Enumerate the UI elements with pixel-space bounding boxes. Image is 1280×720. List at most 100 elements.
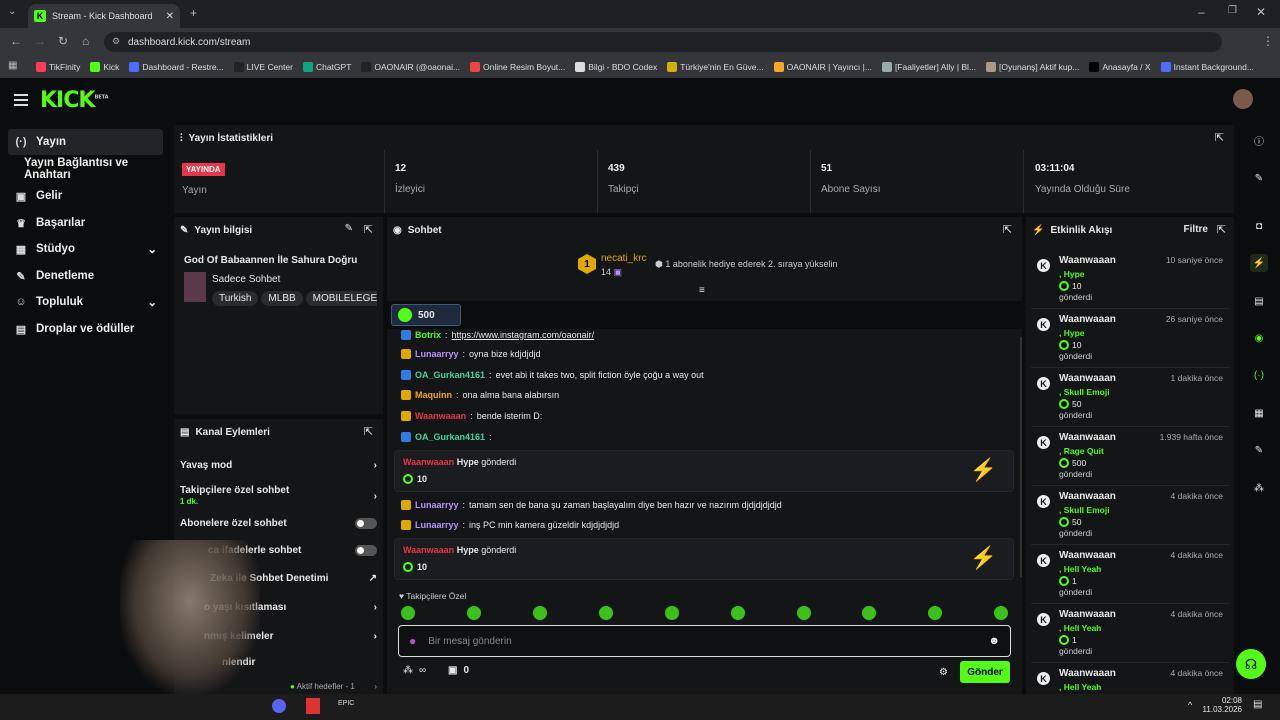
- tab-search-icon[interactable]: ⌄: [8, 6, 16, 17]
- kick-logo[interactable]: KICKBETA: [40, 88, 109, 113]
- wrench-icon[interactable]: ✎: [1250, 441, 1268, 459]
- bookmark-item[interactable]: Bilgi - BDO Codex: [575, 62, 657, 72]
- chat-username[interactable]: Waanwaaan: [415, 411, 466, 421]
- slow-mode-row[interactable]: Yavaş mod ›: [180, 460, 377, 471]
- event-user[interactable]: Waanwaaan: [1059, 314, 1116, 325]
- app-icon[interactable]: [306, 698, 320, 714]
- discord-icon[interactable]: [272, 699, 286, 713]
- back-icon[interactable]: ←: [10, 34, 22, 48]
- tray-chevron-icon[interactable]: ^: [1188, 700, 1192, 710]
- edit-pencil-icon[interactable]: ✎: [345, 223, 353, 234]
- active-goals-row[interactable]: ● Aktif hedefler - 1 ›: [290, 682, 377, 691]
- emote-icon[interactable]: [797, 606, 811, 620]
- emote-only-toggle[interactable]: [355, 545, 377, 556]
- event-user[interactable]: Waanwaaan: [1059, 432, 1116, 443]
- sidebar-item-gelir[interactable]: ▣ Gelir: [8, 183, 163, 209]
- info-icon[interactable]: ⓘ: [1250, 131, 1268, 149]
- close-window-icon[interactable]: ✕: [1256, 5, 1266, 19]
- bookmark-item[interactable]: TikFinity: [36, 62, 80, 72]
- collapse-icon[interactable]: ≡: [699, 285, 705, 296]
- sidebar-item-stream-key[interactable]: Yayın Bağlantısı ve Anahtarı: [8, 156, 163, 182]
- apps-grid-icon[interactable]: ▦: [8, 60, 17, 71]
- store-icon[interactable]: ▦: [1250, 404, 1268, 422]
- event-user[interactable]: Waanwaaan: [1059, 550, 1116, 561]
- chat-username[interactable]: Botrix: [415, 330, 441, 340]
- emote-icon[interactable]: [665, 606, 679, 620]
- url-bar[interactable]: ⚙ dashboard.kick.com/stream: [104, 32, 1222, 52]
- event-user[interactable]: Waanwaaan: [1059, 668, 1116, 679]
- event-user[interactable]: Waanwaaan: [1059, 491, 1116, 502]
- chat-username[interactable]: Maquinn: [415, 390, 452, 400]
- broadcast-icon[interactable]: (·): [1250, 366, 1268, 384]
- bookmark-item[interactable]: Instant Background...: [1160, 62, 1254, 72]
- followers-only-row[interactable]: Takipçilere özel sohbet 1 dk. ›: [180, 485, 377, 507]
- bookmark-item[interactable]: Dashboard - Restre...: [129, 62, 224, 72]
- minimize-icon[interactable]: –: [1198, 5, 1205, 19]
- sidebar-item-yayin[interactable]: (·) Yayın: [8, 129, 163, 155]
- pinned-user[interactable]: necati_krc: [601, 253, 647, 264]
- gift-count[interactable]: ▣ 0: [448, 665, 469, 676]
- filter-button[interactable]: Filtre: [1184, 224, 1208, 235]
- emote-icon[interactable]: [731, 606, 745, 620]
- sidebar-item-basarilar[interactable]: ♛ Başarılar: [8, 210, 163, 236]
- user-avatar[interactable]: [1233, 89, 1253, 109]
- chat-icon[interactable]: ◉: [1250, 329, 1268, 347]
- notification-icon[interactable]: ▤: [1253, 699, 1262, 710]
- menu-dots-icon[interactable]: ⋮: [1262, 34, 1274, 48]
- emote-icon[interactable]: [994, 606, 1008, 620]
- sidebar-item-topluluk[interactable]: ☺ Topluluk ⌄: [8, 289, 163, 315]
- edit-icon[interactable]: ✎: [1250, 169, 1268, 187]
- emote-icon[interactable]: [533, 606, 547, 620]
- home-icon[interactable]: ⌂: [82, 34, 89, 48]
- chat-scrollbar[interactable]: [1020, 337, 1022, 577]
- reload-icon[interactable]: ↻: [58, 34, 68, 48]
- tag[interactable]: MOBILELEGEN: [305, 291, 377, 306]
- settings-gear-icon[interactable]: ⚙: [939, 667, 948, 678]
- category-name[interactable]: Sadece Sohbet: [212, 274, 280, 285]
- support-headset-icon[interactable]: ☊: [1236, 649, 1266, 679]
- tag[interactable]: Turkish: [212, 291, 259, 306]
- bookmark-item[interactable]: ChatGPT: [302, 62, 351, 72]
- chat-username[interactable]: Lunaarryy: [415, 500, 459, 510]
- hamburger-menu-icon[interactable]: [14, 94, 28, 106]
- subs-only-toggle[interactable]: [355, 518, 377, 529]
- bookmark-item[interactable]: LIVE Center: [233, 62, 293, 72]
- send-button[interactable]: Gönder: [960, 661, 1010, 683]
- lightning-icon[interactable]: ⚡: [1250, 254, 1268, 272]
- kicks-balance[interactable]: 500: [391, 304, 461, 326]
- bookmark-item[interactable]: Online Resim Boyut...: [470, 62, 565, 72]
- clock[interactable]: 02:08 11.03.2026: [1202, 696, 1242, 714]
- popout-icon[interactable]: ⇱: [1215, 131, 1224, 144]
- points-display[interactable]: ⁂ ∞: [403, 665, 426, 676]
- popout-icon[interactable]: ⇱: [1003, 223, 1012, 236]
- chat-input[interactable]: ● Bir mesaj gönderin ☻: [398, 625, 1011, 657]
- epic-icon[interactable]: EPIC: [338, 700, 354, 707]
- popout-icon[interactable]: ⇱: [1217, 223, 1226, 236]
- new-tab-icon[interactable]: +: [190, 6, 197, 20]
- document-icon[interactable]: ▤: [1250, 292, 1268, 310]
- bookmark-item[interactable]: Kick: [90, 62, 119, 72]
- emote-icon[interactable]: [401, 606, 415, 620]
- popout-icon[interactable]: ⇱: [364, 425, 373, 438]
- emote-icon[interactable]: [599, 606, 613, 620]
- emote-icon[interactable]: [862, 606, 876, 620]
- microphone-icon[interactable]: ●: [409, 634, 416, 648]
- sidebar-item-droplar[interactable]: ▤ Droplar ve ödüller: [8, 316, 163, 342]
- coins-icon[interactable]: ⁂: [1250, 479, 1268, 497]
- bookmark-item[interactable]: OAONAIR | Yayıncı |...: [773, 62, 872, 72]
- emoji-icon[interactable]: ☻: [988, 635, 1000, 647]
- sidebar-item-studyo[interactable]: ▦ Stüdyo ⌄: [8, 236, 163, 262]
- event-user[interactable]: Waanwaaan: [1059, 373, 1116, 384]
- bookmark-item[interactable]: Anasayfa / X: [1089, 62, 1151, 72]
- popout-icon[interactable]: ⇱: [364, 223, 373, 236]
- bookmark-item[interactable]: Türkiye'nin En Güve...: [667, 62, 764, 72]
- browser-tab[interactable]: K Stream - Kick Dashboard ✕: [28, 4, 180, 28]
- bookmark-item[interactable]: [Faaliyetler] Ally | Bl...: [881, 62, 976, 72]
- chat-username[interactable]: Lunaarryy: [415, 349, 459, 359]
- sidebar-item-denetleme[interactable]: ✎ Denetleme: [8, 263, 163, 289]
- site-info-icon[interactable]: ⚙: [112, 36, 120, 47]
- tag[interactable]: MLBB: [261, 291, 303, 306]
- forward-icon[interactable]: →: [34, 34, 46, 48]
- emote-icon[interactable]: [467, 606, 481, 620]
- event-user[interactable]: Waanwaaan: [1059, 255, 1116, 266]
